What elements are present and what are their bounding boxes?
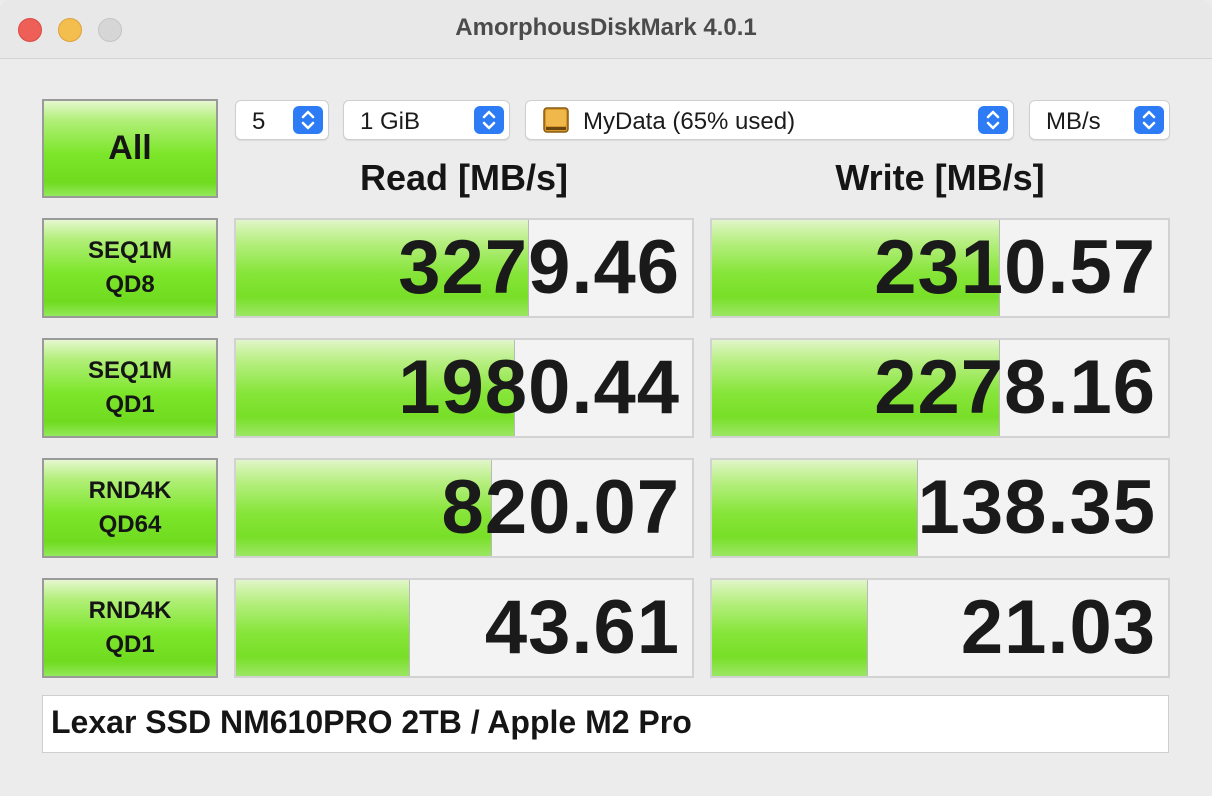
window-title: AmorphousDiskMark 4.0.1: [455, 14, 757, 41]
write-result-seq1m-qd8: 2310.57: [710, 218, 1170, 318]
test-button-rnd4k-qd1[interactable]: RND4K QD1: [42, 578, 218, 678]
hard-disk-icon: [542, 107, 570, 133]
chevron-up-down-icon: [474, 106, 504, 134]
read-result-seq1m-qd8: 3279.46: [234, 218, 694, 318]
write-result-seq1m-qd1: 2278.16: [710, 338, 1170, 438]
unit-select[interactable]: MB/s: [1029, 100, 1170, 140]
test-size-value: 1 GiB: [360, 108, 421, 135]
read-value: 3279.46: [398, 225, 680, 310]
read-column-header: Read [MB/s]: [359, 157, 569, 198]
main-panel: All 5 1 GiB MyData (65% used) MB/s Read …: [0, 59, 1212, 796]
write-value: 138.35: [917, 465, 1156, 550]
read-result-rnd4k-qd64: 820.07: [234, 458, 694, 558]
comment-field[interactable]: Lexar SSD NM610PRO 2TB / Apple M2 Pro: [42, 695, 1169, 753]
read-result-rnd4k-qd1: 43.61: [234, 578, 694, 678]
chevron-up-down-icon: [1134, 106, 1164, 134]
run-all-button[interactable]: All: [42, 99, 218, 198]
test-queue-depth: QD1: [105, 631, 155, 658]
chevron-up-down-icon: [978, 106, 1008, 134]
read-value: 43.61: [484, 585, 680, 670]
test-button-rnd4k-qd64[interactable]: RND4K QD64: [42, 458, 218, 558]
app-window: AmorphousDiskMark 4.0.1 All 5 1 GiB MyDa…: [0, 0, 1212, 796]
read-progress-bar: [236, 580, 411, 676]
write-progress-bar: [712, 580, 869, 676]
read-result-seq1m-qd1: 1980.44: [234, 338, 694, 438]
write-progress-bar: [712, 460, 919, 556]
write-value: 21.03: [960, 585, 1156, 670]
write-result-rnd4k-qd64: 138.35: [710, 458, 1170, 558]
title-bar: AmorphousDiskMark 4.0.1: [0, 0, 1212, 59]
unit-value: MB/s: [1046, 108, 1101, 135]
test-queue-depth: QD1: [105, 391, 155, 418]
write-result-rnd4k-qd1: 21.03: [710, 578, 1170, 678]
test-count-value: 5: [252, 108, 266, 135]
write-value: 2310.57: [874, 225, 1156, 310]
test-queue-depth: QD8: [105, 271, 155, 298]
volume-select[interactable]: MyData (65% used): [525, 100, 1014, 140]
test-name: RND4K: [88, 477, 172, 504]
test-button-seq1m-qd1[interactable]: SEQ1M QD1: [42, 338, 218, 438]
write-column-header: Write [MB/s]: [835, 157, 1045, 198]
test-name: SEQ1M: [87, 357, 173, 384]
test-name: SEQ1M: [87, 237, 173, 264]
test-button-seq1m-qd8[interactable]: SEQ1M QD8: [42, 218, 218, 318]
volume-value: MyData (65% used): [583, 108, 796, 135]
test-name: RND4K: [88, 597, 172, 624]
read-value: 820.07: [441, 465, 680, 550]
write-value: 2278.16: [874, 345, 1156, 430]
chevron-up-down-icon: [293, 106, 323, 134]
test-queue-depth: QD64: [98, 511, 162, 538]
read-value: 1980.44: [398, 345, 680, 430]
test-count-select[interactable]: 5: [235, 100, 329, 140]
test-size-select[interactable]: 1 GiB: [343, 100, 510, 140]
